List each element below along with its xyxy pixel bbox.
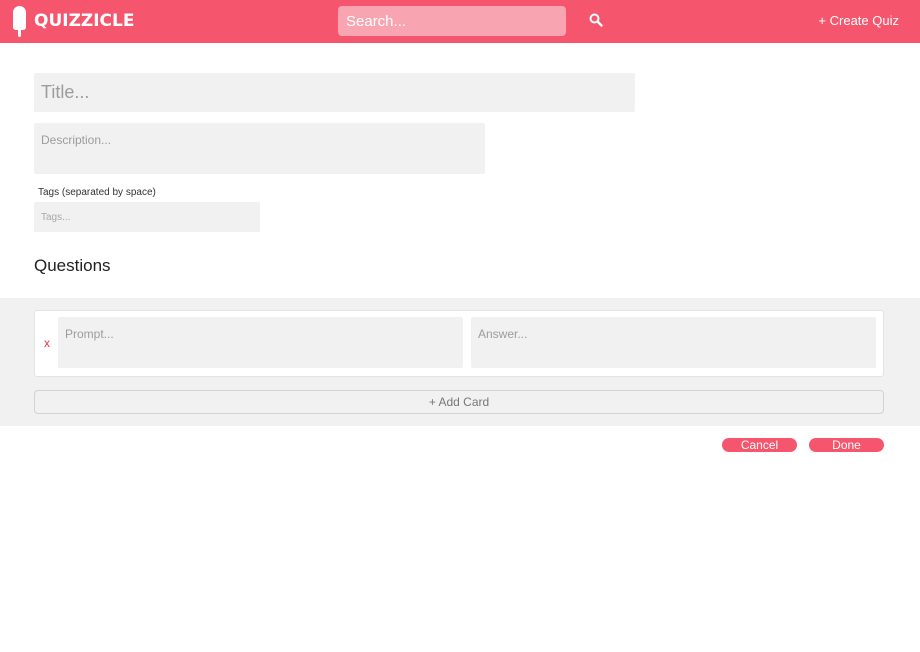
question-card: x [34, 310, 884, 377]
quiz-description-input[interactable] [34, 123, 485, 174]
top-navbar: QUIZZICLE + Create Quiz [0, 0, 920, 43]
answer-input[interactable] [471, 317, 876, 368]
popsicle-icon [13, 5, 27, 37]
quiz-title-input[interactable] [34, 73, 635, 112]
add-card-button[interactable]: + Add Card [34, 390, 884, 414]
tags-label: Tags (separated by space) [38, 187, 156, 198]
brand-name: QUIZZICLE [34, 11, 135, 31]
prompt-input[interactable] [58, 317, 463, 368]
cancel-button[interactable]: Cancel [722, 438, 797, 452]
delete-card-button[interactable]: x [41, 335, 53, 351]
search-icon [589, 13, 603, 27]
brand-logo[interactable]: QUIZZICLE [13, 5, 134, 37]
search-button[interactable] [586, 11, 606, 31]
questions-heading: Questions [34, 256, 111, 275]
done-button[interactable]: Done [809, 438, 884, 452]
search-input[interactable] [338, 6, 566, 36]
cards-section: x + Add Card [0, 298, 920, 426]
tags-input[interactable] [34, 202, 260, 232]
create-quiz-link[interactable]: + Create Quiz [818, 13, 899, 28]
